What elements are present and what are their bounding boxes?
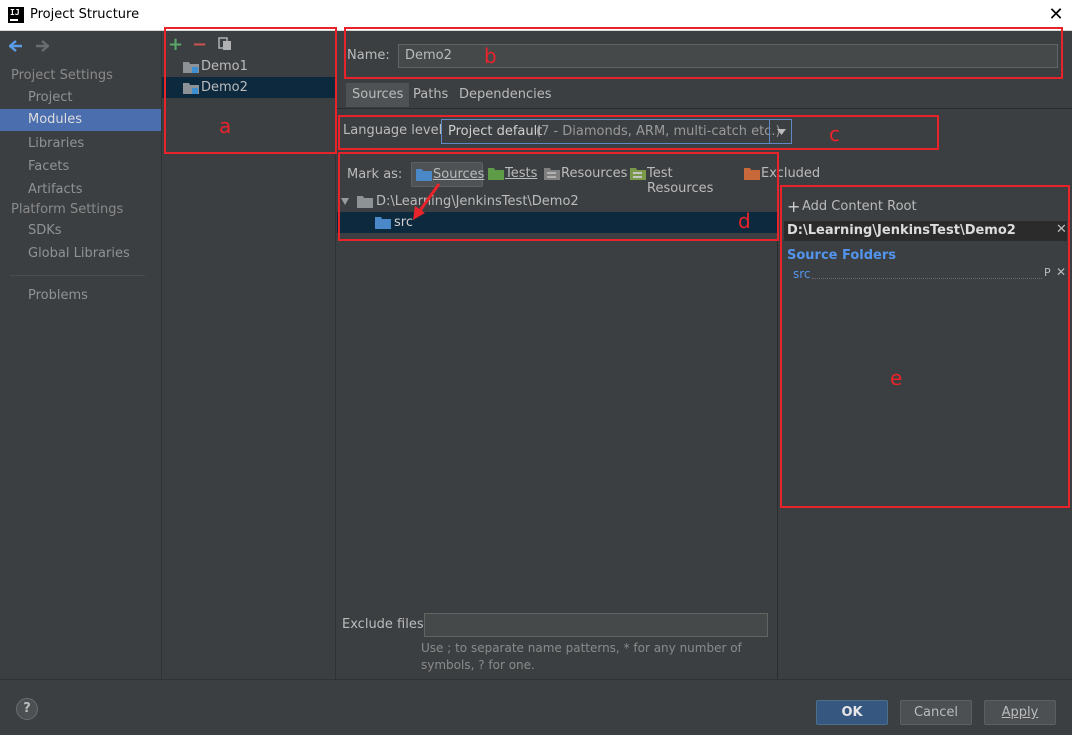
exclude-hint-line1: Use ; to separate name patterns, * for a… xyxy=(421,641,742,655)
nav-item-global-libraries[interactable]: Global Libraries xyxy=(0,243,162,265)
app-icon-text: IJ xyxy=(10,8,20,17)
nav-item-facets[interactable]: Facets xyxy=(0,155,162,177)
annotation-letter-a: a xyxy=(219,114,232,138)
nav-item-artifacts[interactable]: Artifacts xyxy=(0,178,162,200)
nav-item-project[interactable]: Project xyxy=(0,86,162,108)
annotation-arrow-icon xyxy=(413,183,441,220)
annotation-box-e xyxy=(780,185,1070,508)
nav-item-sdks[interactable]: SDKs xyxy=(0,220,162,242)
exclude-hint-line2: symbols, ? for one. xyxy=(421,658,535,672)
annotation-letter-c: c xyxy=(829,122,840,146)
intellij-logo-icon: IJ xyxy=(8,7,24,23)
nav-item-libraries[interactable]: Libraries xyxy=(0,132,162,154)
splitter[interactable] xyxy=(777,181,778,679)
annotation-letter-b: b xyxy=(484,44,497,68)
annotation-letter-d: d xyxy=(738,209,751,233)
dialog-footer: ? OK Cancel Apply xyxy=(0,679,1072,735)
tab-sources[interactable]: Sources xyxy=(346,83,410,107)
exclude-files-label: Exclude files: xyxy=(342,617,429,632)
window-title: Project Structure xyxy=(30,7,140,22)
annotation-box-b xyxy=(344,27,1063,79)
section-platform-settings: Platform Settings xyxy=(11,202,124,217)
settings-nav: Project Settings Project Modules Librari… xyxy=(0,31,162,679)
tab-paths[interactable]: Paths xyxy=(407,83,454,107)
apply-button[interactable]: Apply xyxy=(984,700,1056,725)
exclude-files-field[interactable] xyxy=(424,613,768,637)
arrow-left-icon[interactable] xyxy=(9,40,23,52)
annotation-letter-e: e xyxy=(890,366,903,390)
annotation-box-c xyxy=(338,115,939,150)
close-icon[interactable]: ✕ xyxy=(1044,3,1068,27)
nav-divider xyxy=(10,275,145,276)
tabs-divider xyxy=(337,108,1072,109)
cancel-button[interactable]: Cancel xyxy=(900,700,972,725)
section-project-settings: Project Settings xyxy=(11,68,113,83)
help-icon[interactable]: ? xyxy=(16,698,38,720)
nav-item-problems[interactable]: Problems xyxy=(0,285,162,307)
nav-item-modules[interactable]: Modules xyxy=(0,109,161,131)
annotation-box-a xyxy=(164,27,337,154)
tab-dependencies[interactable]: Dependencies xyxy=(453,83,558,107)
ok-button[interactable]: OK xyxy=(816,700,888,725)
arrow-right-icon xyxy=(36,40,49,52)
